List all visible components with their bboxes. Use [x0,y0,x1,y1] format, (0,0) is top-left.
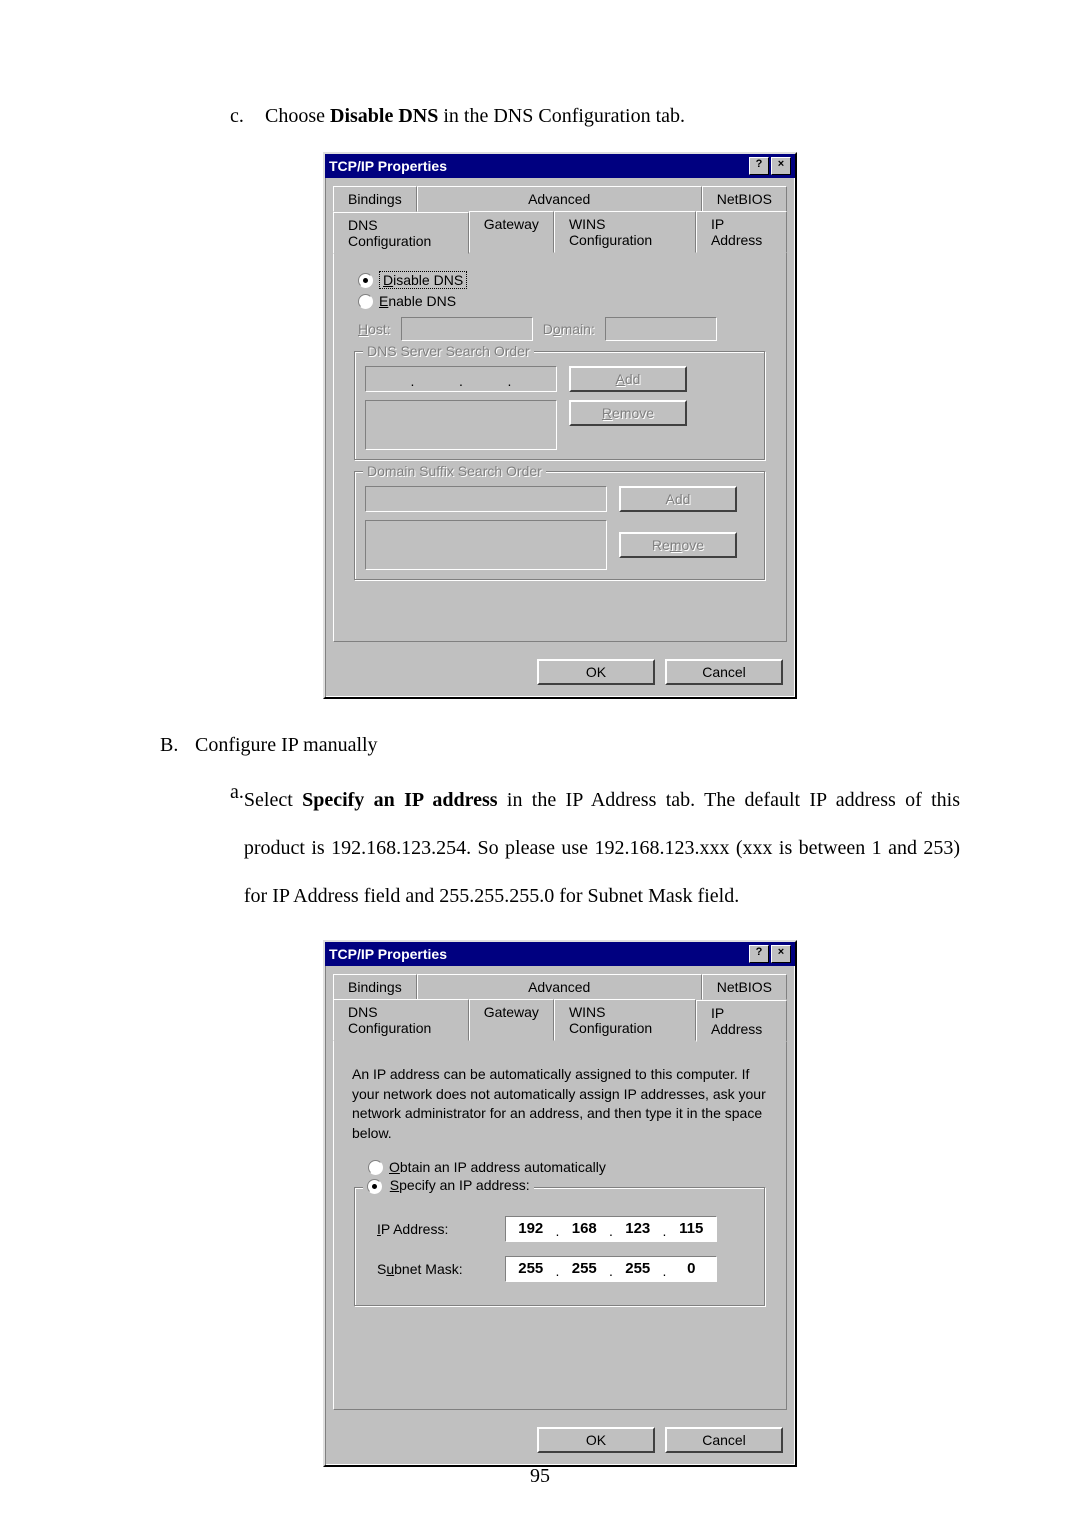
subnet-mask-input[interactable]: 255. 255. 255. 0 [505,1256,717,1282]
tab-gateway[interactable]: Gateway [469,999,554,1041]
tab-advanced[interactable]: Advanced [417,974,702,1000]
tab-netbios[interactable]: NetBIOS [702,186,787,212]
titlebar: TCP/IP Properties ? × [325,942,795,966]
tab-ip-address[interactable]: IP Address [696,211,787,253]
dns-tab-panel: Disable DNS Enable DNS Host: Domain: DNS… [333,252,787,642]
ip-address-input[interactable]: 192. 168. 123. 115 [505,1216,717,1242]
dns-add-button: Add [569,366,687,392]
dns-server-order-group: DNS Server Search Order ... Add Remove [354,351,766,461]
ip-address-label: IP Address: [377,1221,487,1237]
ip-address-row: IP Address: 192. 168. 123. 115 [377,1216,743,1242]
step-c-letter: c. [230,100,265,132]
step-c-pre: Choose [265,105,330,127]
subnet-seg-3[interactable]: 255 [613,1257,663,1281]
domain-input [605,317,717,341]
cancel-button[interactable]: Cancel [665,659,783,685]
close-button[interactable]: × [771,157,791,175]
tabs-front-row: DNS Configuration Gateway WINS Configura… [325,1000,795,1041]
ip-seg-2[interactable]: 168 [560,1217,610,1241]
step-a-letter: a. [230,776,244,920]
subnet-mask-label: Subnet Mask: [377,1261,487,1277]
suffix-remove-button: Remove [619,532,737,558]
dns-server-order-legend: DNS Server Search Order [363,343,534,359]
suffix-input [365,486,607,512]
disable-dns-row[interactable]: Disable DNS [358,271,762,289]
step-c: c. Choose Disable DNS in the DNS Configu… [230,100,960,132]
suffix-add-button: Add [619,486,737,512]
subnet-seg-1[interactable]: 255 [506,1257,556,1281]
obtain-ip-label: Obtain an IP address automatically [389,1159,606,1175]
dns-list [365,400,557,450]
page-number: 95 [0,1465,1080,1488]
step-a: a. Select Specify an IP address in the I… [230,776,960,920]
step-a-pre: Select [244,789,302,811]
help-button[interactable]: ? [749,157,769,175]
dns-remove-button: Remove [569,400,687,426]
cancel-button[interactable]: Cancel [665,1427,783,1453]
enable-dns-row[interactable]: Enable DNS [358,293,762,309]
step-a-line2: product is 192.168.123.254. So please us… [244,837,960,907]
tab-bindings[interactable]: Bindings [333,974,417,1000]
ok-button[interactable]: OK [537,659,655,685]
titlebar-buttons: ? × [749,157,791,175]
ok-button[interactable]: OK [537,1427,655,1453]
dialog-title: TCP/IP Properties [329,946,447,962]
tab-netbios[interactable]: NetBIOS [702,974,787,1000]
tcpip-dns-dialog: TCP/IP Properties ? × Bindings Advanced … [323,152,797,699]
section-b-text: Configure IP manually [195,729,378,761]
ip-seg-4[interactable]: 115 [667,1217,717,1241]
ip-info-text: An IP address can be automatically assig… [352,1065,768,1143]
tab-ip-address[interactable]: IP Address [696,1000,787,1042]
step-a-post: in the IP Address tab. The default IP ad… [498,789,960,811]
tabs-front-row: DNS Configuration Gateway WINS Configura… [325,212,795,253]
domain-label: Domain: [543,321,595,337]
dialog-title: TCP/IP Properties [329,158,447,174]
help-button[interactable]: ? [749,945,769,963]
specify-ip-group: Specify an IP address: IP Address: 192. … [354,1187,766,1307]
radio-disable-dns[interactable] [358,273,373,288]
dns-ip-input: ... [365,366,557,392]
step-c-text: Choose Disable DNS in the DNS Configurat… [265,100,685,132]
subnet-seg-4[interactable]: 0 [667,1257,717,1281]
tab-dns-configuration[interactable]: DNS Configuration [333,212,469,254]
tab-advanced[interactable]: Advanced [417,186,702,212]
host-domain-row: Host: Domain: [358,317,762,341]
step-c-bold: Disable DNS [330,105,438,127]
section-b-letter: B. [160,729,195,761]
section-b: B. Configure IP manually [160,729,960,761]
radio-specify-ip[interactable] [367,1179,382,1194]
ip-seg-3[interactable]: 123 [613,1217,663,1241]
subnet-mask-row: Subnet Mask: 255. 255. 255. 0 [377,1256,743,1282]
enable-dns-label: Enable DNS [379,293,456,309]
tab-gateway[interactable]: Gateway [469,211,554,253]
radio-enable-dns[interactable] [358,294,373,309]
tabs-back-row: Bindings Advanced NetBIOS [325,178,795,212]
radio-obtain-ip[interactable] [368,1160,383,1175]
step-c-post: in the DNS Configuration tab. [438,105,685,127]
titlebar-buttons: ? × [749,945,791,963]
domain-suffix-order-group: Domain Suffix Search Order Add Remove [354,471,766,581]
specify-ip-legend[interactable]: Specify an IP address: [363,1177,534,1194]
ip-tab-panel: An IP address can be automatically assig… [333,1040,787,1410]
host-input [401,317,533,341]
subnet-seg-2[interactable]: 255 [560,1257,610,1281]
tab-dns-configuration[interactable]: DNS Configuration [333,999,469,1041]
tab-wins-configuration[interactable]: WINS Configuration [554,999,696,1041]
tab-bindings[interactable]: Bindings [333,186,417,212]
step-a-body: Select Specify an IP address in the IP A… [244,776,960,920]
tab-wins-configuration[interactable]: WINS Configuration [554,211,696,253]
tabs-back-row: Bindings Advanced NetBIOS [325,966,795,1000]
dialog2-button-row: OK Cancel [325,1419,795,1465]
host-label: Host: [358,321,391,337]
step-a-bold: Specify an IP address [302,789,497,811]
dialog1-button-row: OK Cancel [325,651,795,697]
disable-dns-label: Disable DNS [379,271,467,289]
close-button[interactable]: × [771,945,791,963]
suffix-list [365,520,607,570]
tcpip-ipaddress-dialog: TCP/IP Properties ? × Bindings Advanced … [323,940,797,1467]
obtain-ip-row[interactable]: Obtain an IP address automatically [368,1159,762,1175]
ip-seg-1[interactable]: 192 [506,1217,556,1241]
domain-suffix-legend: Domain Suffix Search Order [363,463,546,479]
titlebar: TCP/IP Properties ? × [325,154,795,178]
